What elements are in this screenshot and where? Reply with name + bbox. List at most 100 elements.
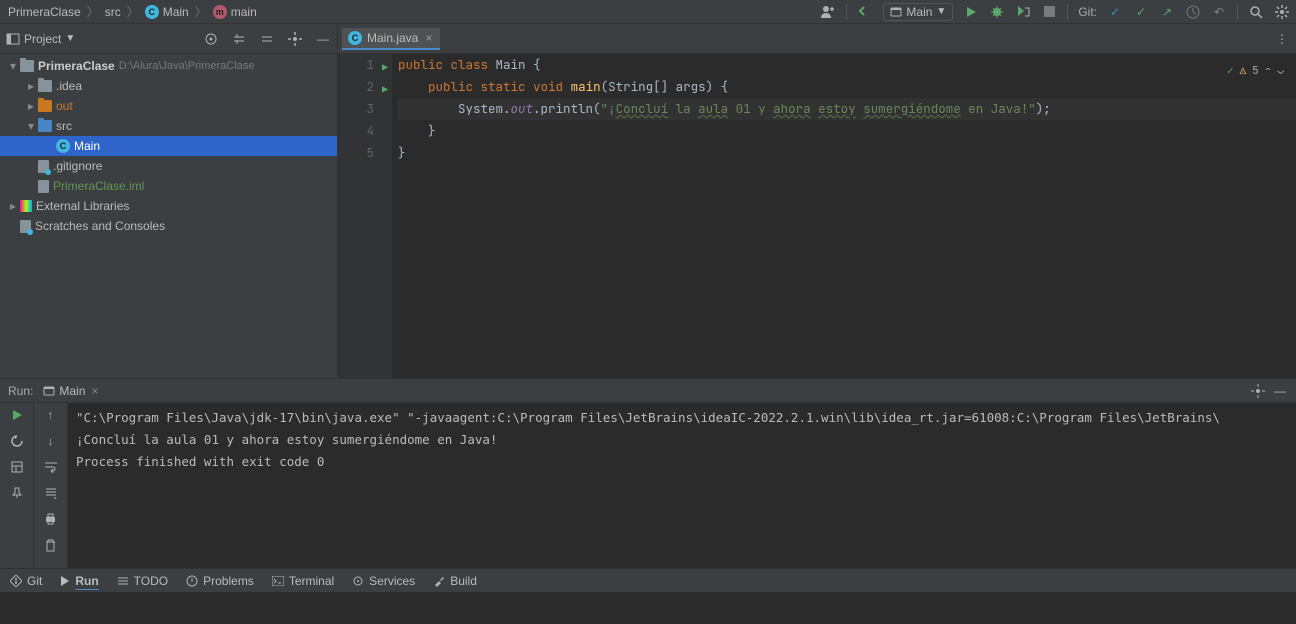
tree-item-iml[interactable]: PrimeraClase.iml [0,176,337,196]
toolwindow-build[interactable]: Build [433,574,477,588]
project-view-selector[interactable]: Project ▼ [6,32,203,46]
project-toolbar: — [203,31,331,47]
tree-item-gitignore[interactable]: .gitignore [0,156,337,176]
breadcrumb-method[interactable]: m main [211,5,259,19]
settings-icon[interactable] [287,31,303,47]
toolwindow-git[interactable]: Git [10,574,42,588]
tree-item-external-libs[interactable]: ▸ External Libraries [0,196,337,216]
tree-item-main[interactable]: C Main [0,136,337,156]
toolwindow-problems[interactable]: Problems [186,574,254,588]
down-icon[interactable]: ↓ [43,433,59,449]
run-toolbar-left [0,403,34,568]
git-label: Git: [1078,5,1097,19]
run-panel-header: Run: Main × — [0,379,1296,403]
tree-item-idea[interactable]: ▸ .idea [0,76,337,96]
wrap-icon[interactable] [43,459,59,475]
breadcrumb-src[interactable]: src [103,5,123,19]
toolwindow-todo[interactable]: TODO [117,574,168,588]
up-icon[interactable]: ↑ [43,407,59,423]
inspection-count: 5 [1252,60,1259,82]
library-icon [20,200,32,212]
folder-icon [38,120,52,132]
git-history-icon[interactable] [1185,4,1201,20]
chevron-down-icon: ▼ [65,33,75,44]
git-update-icon[interactable]: ✓ [1107,4,1123,20]
console-line: "C:\Program Files\Java\jdk-17\bin\java.e… [76,407,1288,429]
chevron-down-icon: ▼ [936,6,946,17]
tree-item-scratches[interactable]: Scratches and Consoles [0,216,337,236]
run-gutter-icon[interactable]: ▶ [382,79,388,101]
editor[interactable]: 1▶ 2▶ 3 4 5 public class Main { public s… [338,54,1296,378]
code-area[interactable]: public class Main { public static void m… [392,54,1296,378]
add-user-icon[interactable] [820,4,836,20]
git-commit-icon[interactable]: ✓ [1133,4,1149,20]
breadcrumb-class[interactable]: C Main [143,5,191,19]
tree-label: src [56,119,72,133]
hide-icon[interactable]: — [315,31,331,47]
sync-icon[interactable] [857,4,873,20]
toolwindow-terminal[interactable]: Terminal [272,574,334,588]
pin-icon[interactable] [9,485,25,501]
inspection-widget[interactable]: ✓ ⚠ 5 ⌃ ⌄ [1227,60,1284,82]
select-opened-file-icon[interactable] [203,31,219,47]
run-coverage-button[interactable] [1015,4,1031,20]
git-push-icon[interactable]: ↗ [1159,4,1175,20]
stop-button[interactable] [9,433,25,449]
scratch-icon [20,220,31,233]
breadcrumb-project[interactable]: PrimeraClase [6,5,83,19]
tree-label: Main [74,139,100,153]
project-tree[interactable]: ▾ PrimeraClase D:\Alura\Java\PrimeraClas… [0,54,337,378]
chevron-up-icon[interactable]: ⌃ [1265,60,1272,82]
collapse-all-icon[interactable] [259,31,275,47]
search-icon[interactable] [1248,4,1264,20]
chevron-down-icon[interactable]: ⌄ [1277,60,1284,82]
run-config-selector[interactable]: Main ▼ [883,3,953,21]
run-tab-main[interactable]: Main × [39,382,102,400]
tree-root-path: D:\Alura\Java\PrimeraClase [119,60,255,72]
run-tool-window: Run: Main × — ↑ ↓ "C:\Program Files\Java… [0,378,1296,568]
toolwindow-run[interactable]: Run [60,574,98,588]
chevron-right-icon: ▸ [24,79,38,93]
rerun-button[interactable] [9,407,25,423]
run-button[interactable] [963,4,979,20]
application-icon [43,385,55,397]
run-tab-label: Main [59,384,85,398]
delete-icon[interactable] [43,537,59,553]
chevron-right-icon: 〉 [85,3,101,20]
git-rollback-icon[interactable]: ↶ [1211,4,1227,20]
console-output[interactable]: "C:\Program Files\Java\jdk-17\bin\java.e… [68,403,1296,568]
settings-icon[interactable] [1274,4,1290,20]
services-icon [352,575,364,587]
more-tabs-icon[interactable]: ⋮ [1276,32,1288,46]
todo-icon [117,576,129,586]
hide-icon[interactable]: — [1272,383,1288,399]
class-icon: C [348,31,362,45]
print-icon[interactable] [43,511,59,527]
tree-item-src[interactable]: ▾ src [0,116,337,136]
editor-tab-main[interactable]: C Main.java × [342,28,440,50]
close-icon[interactable]: × [423,31,434,45]
breadcrumb-method-label: main [231,5,257,19]
tab-label: Main.java [367,31,418,45]
tree-root[interactable]: ▾ PrimeraClase D:\Alura\Java\PrimeraClas… [0,56,337,76]
run-gutter-icon[interactable]: ▶ [382,57,388,79]
check-icon: ✓ [1227,60,1234,82]
editor-gutter[interactable]: 1▶ 2▶ 3 4 5 [338,54,392,378]
tree-label: PrimeraClase.iml [53,179,144,193]
chevron-right-icon: ▸ [24,99,38,113]
tree-label: .idea [56,79,82,93]
stop-button[interactable] [1041,4,1057,20]
tree-item-out[interactable]: ▸ out [0,96,337,116]
chevron-right-icon: ▸ [6,199,20,213]
close-icon[interactable]: × [91,384,98,398]
settings-icon[interactable] [1250,383,1266,399]
tool-window-bar: Git Run TODO Problems Terminal Services … [0,568,1296,592]
expand-all-icon[interactable] [231,31,247,47]
hammer-icon [433,575,445,587]
scroll-to-end-icon[interactable] [43,485,59,501]
toolwindow-services[interactable]: Services [352,574,415,588]
debug-button[interactable] [989,4,1005,20]
project-tool-window: Project ▼ — ▾ PrimeraClase D:\Alura\Java… [0,24,338,378]
layout-icon[interactable] [9,459,25,475]
tree-label: Scratches and Consoles [35,219,165,233]
